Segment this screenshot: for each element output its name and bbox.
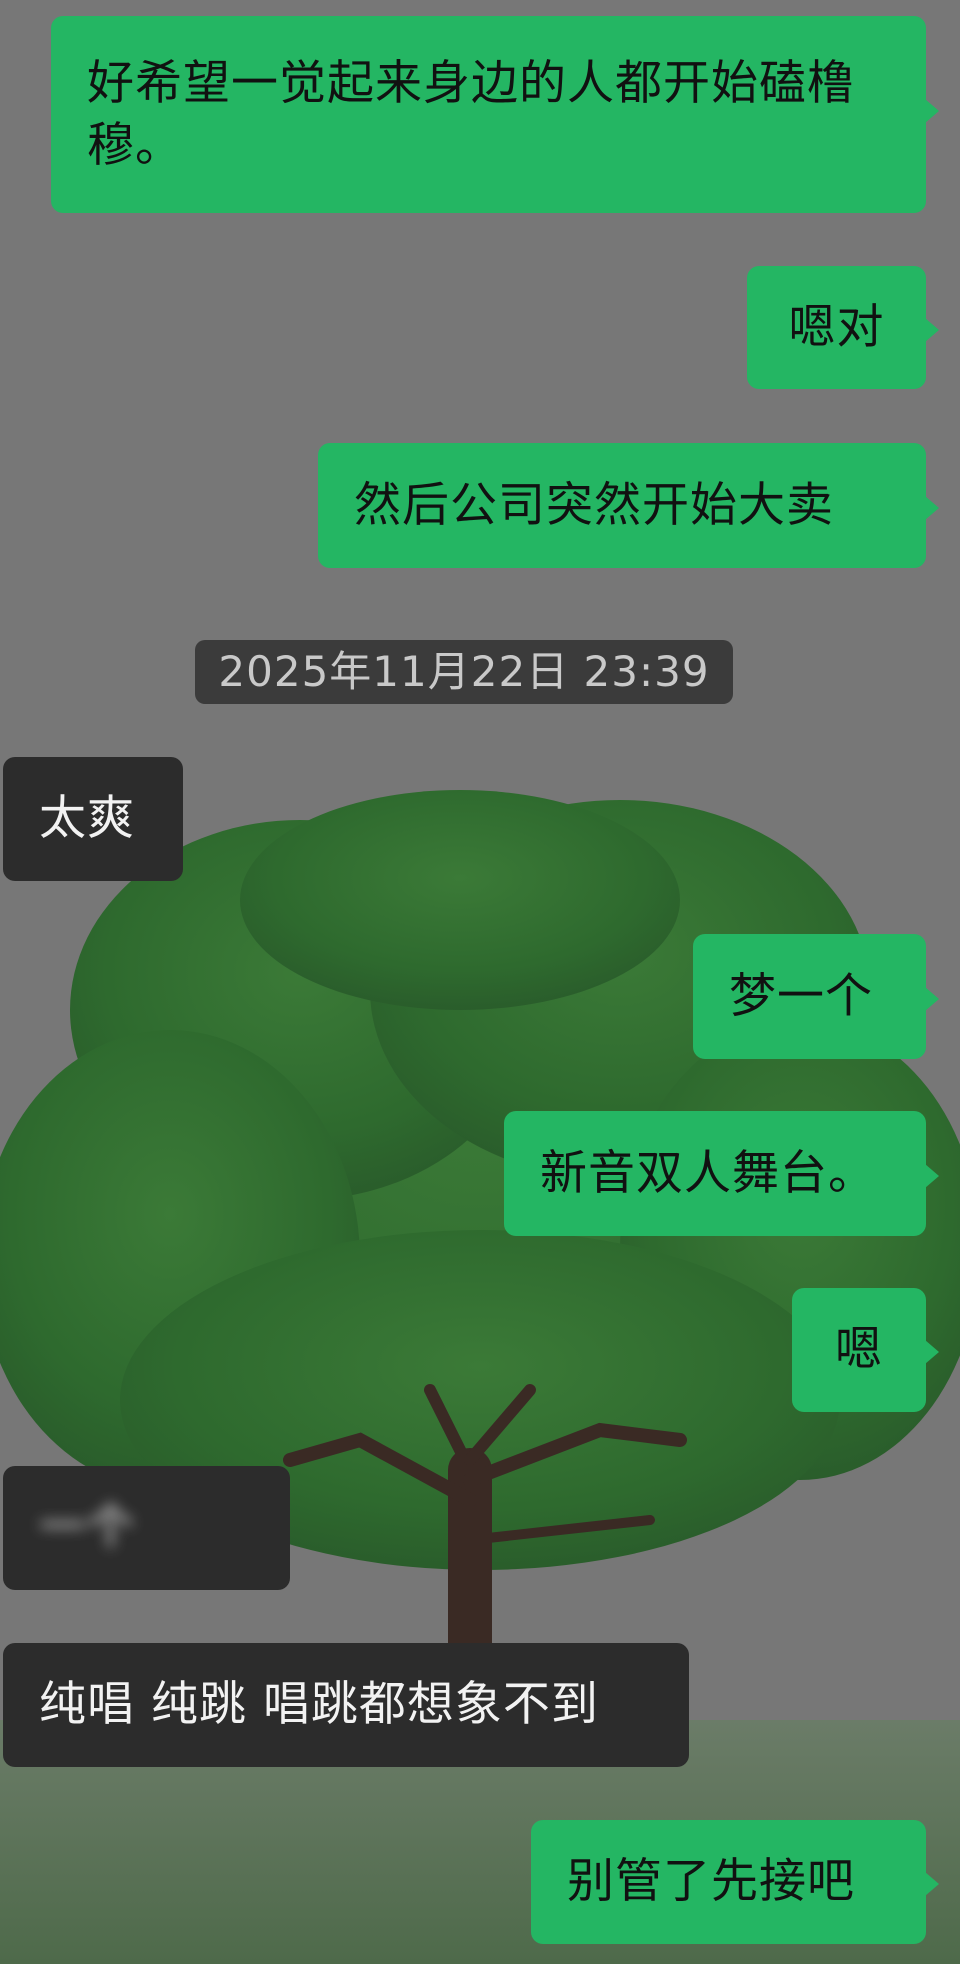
message-bubble-outgoing-3[interactable]: 然后公司突然开始大卖 (318, 443, 939, 568)
message-bubble-incoming-2[interactable]: 一个 (3, 1466, 290, 1590)
message-text: 新音双人舞台。 (540, 1145, 876, 1201)
message-text: 嗯对 (788, 299, 885, 355)
message-text: 好希望一觉起来身边的人都开始磕橹穆。 (87, 55, 855, 173)
message-bubble-outgoing-2[interactable]: 嗯对 (747, 266, 939, 389)
message-text: 太爽 (39, 791, 135, 846)
message-bubble-outgoing-7[interactable]: 别管了先接吧 (531, 1820, 939, 1944)
message-bubble-incoming-1[interactable]: 太爽 (3, 757, 183, 881)
message-text: 梦一个 (729, 968, 873, 1024)
timestamp-label: 2025年11月22日 23:39 (195, 640, 733, 704)
blurred-message-text: 一个 (39, 1500, 135, 1555)
message-bubble-outgoing-6[interactable]: 嗯 (792, 1288, 939, 1412)
message-bubble-outgoing-5[interactable]: 新音双人舞台。 (504, 1111, 939, 1236)
message-bubble-outgoing-4[interactable]: 梦一个 (693, 934, 939, 1059)
chat-screen: 好希望一觉起来身边的人都开始磕橹穆。 嗯对 然后公司突然开始大卖 2025年11… (0, 0, 960, 1964)
message-text: 然后公司突然开始大卖 (354, 477, 834, 533)
message-bubble-outgoing-1[interactable]: 好希望一觉起来身边的人都开始磕橹穆。 (51, 16, 939, 213)
message-bubble-incoming-3[interactable]: 纯唱 纯跳 唱跳都想象不到 (3, 1643, 689, 1767)
message-text: 嗯 (835, 1322, 883, 1377)
message-text: 纯唱 纯跳 唱跳都想象不到 (39, 1677, 599, 1732)
message-text: 别管了先接吧 (567, 1854, 855, 1909)
